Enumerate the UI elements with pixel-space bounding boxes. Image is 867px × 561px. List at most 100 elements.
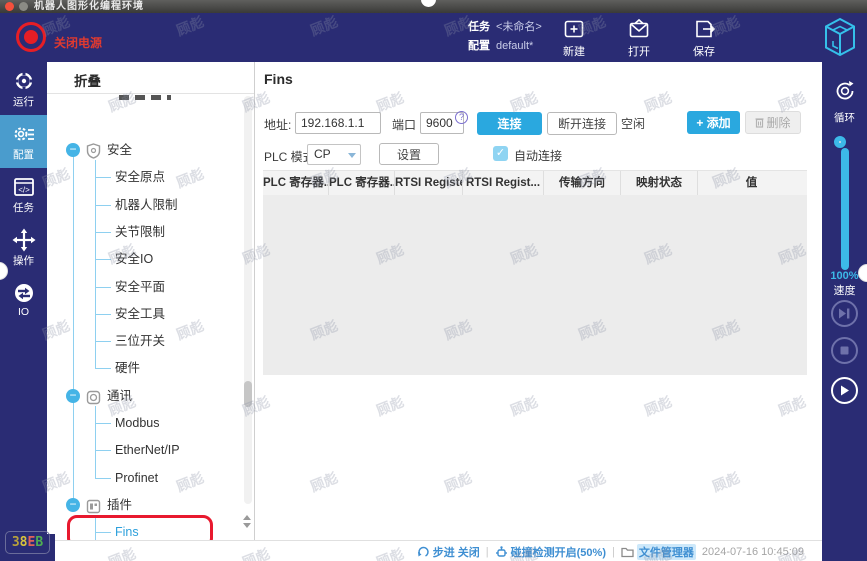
table-body-empty xyxy=(263,195,807,375)
auto-connect-checkbox[interactable]: ✓ xyxy=(493,146,508,161)
tree-item-label: 安全平面 xyxy=(115,274,165,300)
address-input[interactable] xyxy=(295,112,381,134)
move-arrows-icon xyxy=(12,228,36,252)
table-column-header: 映射状态 xyxy=(621,171,698,195)
connect-button[interactable]: 连接 xyxy=(477,112,542,135)
disconnect-button[interactable]: 断开连接 xyxy=(547,112,617,135)
stop-button[interactable] xyxy=(831,337,858,364)
brand-logo-icon xyxy=(821,16,859,63)
tree-item-partial[interactable] xyxy=(119,95,171,100)
collapse-toggle-icon[interactable]: − xyxy=(66,498,80,512)
window-close-button[interactable] xyxy=(5,2,14,11)
tree-scrollbar-thumb[interactable] xyxy=(244,381,252,407)
collapse-toggle-icon[interactable]: − xyxy=(66,389,80,403)
power-label[interactable]: 关闭电源 xyxy=(54,34,102,51)
timestamp: 2024-07-16 10:45:09 xyxy=(702,546,804,558)
right-control-sidebar: 循环 100% 速度 xyxy=(822,62,867,561)
collision-status[interactable]: 碰撞检测开启(50%) xyxy=(495,544,606,560)
tree-item-0[interactable]: − 安全 xyxy=(47,137,237,163)
tree-item-label: 安全IO xyxy=(115,246,153,272)
task-value: <未命名> xyxy=(496,21,542,33)
tree-item-7[interactable]: 三位开关 xyxy=(47,328,237,354)
connection-status: 空闲 xyxy=(621,115,645,132)
camera-notch xyxy=(421,0,436,7)
save-file-icon xyxy=(692,17,716,41)
open-button[interactable]: 打开 xyxy=(611,17,667,59)
new-label: 新建 xyxy=(546,43,602,59)
file-manager-button[interactable]: 文件管理器 xyxy=(621,544,696,560)
file-manager-icon xyxy=(621,546,634,558)
settings-button[interactable]: 设置 xyxy=(379,143,439,165)
play-button[interactable] xyxy=(831,377,858,404)
plc-mode-select[interactable]: CP xyxy=(307,144,361,165)
tree-item-6[interactable]: 安全工具 xyxy=(47,301,237,327)
tree-item-9[interactable]: −通讯 xyxy=(47,383,237,409)
table-column-header: PLC 寄存器... xyxy=(329,171,395,195)
svg-text:</>: </> xyxy=(18,186,30,195)
tree-header: 折叠 xyxy=(47,62,254,94)
port-label: 端口 xyxy=(392,116,416,133)
separator: | xyxy=(612,546,615,558)
tree-scrollbar[interactable] xyxy=(244,96,252,504)
table-column-header: RTSI Regist... xyxy=(463,171,544,195)
tree-item-label: Fins xyxy=(115,519,139,540)
config-icon xyxy=(12,122,36,146)
nav-label-config: 配置 xyxy=(0,147,47,162)
tree-item-1[interactable]: 安全原点 xyxy=(47,164,237,190)
table-column-header: 传输方向 xyxy=(544,171,621,195)
power-button[interactable] xyxy=(16,22,46,52)
collapse-toggle-icon[interactable]: − xyxy=(66,143,80,157)
speed-slider-knob[interactable] xyxy=(834,136,846,148)
speed-slider-track[interactable] xyxy=(841,148,849,270)
application-window: 机器人图形化编程环境 关闭电源 任务<未命名> 配置default* 新建 xyxy=(0,0,867,561)
nav-item-run[interactable]: 运行 xyxy=(0,62,47,115)
nav-item-config[interactable]: 配置 xyxy=(0,115,47,168)
tree-item-4[interactable]: 安全IO xyxy=(47,246,237,272)
run-icon xyxy=(12,69,36,93)
config-value: default* xyxy=(496,40,533,52)
loop-label: 循环 xyxy=(822,110,867,125)
new-button[interactable]: 新建 xyxy=(546,17,602,59)
auto-connect-label: 自动连接 xyxy=(514,147,562,164)
tree-item-13[interactable]: −插件 xyxy=(47,492,237,518)
info-icon[interactable]: ? xyxy=(455,111,468,124)
nav-label-task: 任务 xyxy=(0,200,47,215)
add-button[interactable]: + 添加 xyxy=(687,111,740,134)
delete-button[interactable]: 删除 xyxy=(745,111,801,134)
tree-item-5[interactable]: 安全平面 xyxy=(47,274,237,300)
tree-scroll-arrows[interactable] xyxy=(242,512,252,538)
tree-item-3[interactable]: 关节限制 xyxy=(47,219,237,245)
tree-item-8[interactable]: 硬件 xyxy=(47,355,237,381)
loop-button[interactable]: 循环 xyxy=(822,78,867,125)
tree-item-11[interactable]: EtherNet/IP xyxy=(47,437,237,463)
app-header: 关闭电源 任务<未命名> 配置default* 新建 打开 xyxy=(0,13,867,62)
tree-item-2[interactable]: 机器人限制 xyxy=(47,192,237,218)
tree-group-label: 安全 xyxy=(107,137,132,163)
scroll-down-icon[interactable] xyxy=(243,523,251,528)
collision-status-label: 碰撞检测开启(50%) xyxy=(511,544,606,560)
config-tree-panel: 折叠 − 安全安全原点机器人限制关节限制安全IO安全平面安全工具三位开关硬件−通讯… xyxy=(47,62,255,540)
tree-item-label: 安全原点 xyxy=(115,164,165,190)
tree-item-label: 机器人限制 xyxy=(115,192,178,218)
step-status[interactable]: 步进 关闭 xyxy=(417,544,480,560)
nav-item-task[interactable]: </> 任务 xyxy=(0,168,47,221)
nav-item-io[interactable]: IO xyxy=(0,274,47,324)
page-title: Fins xyxy=(264,71,293,87)
save-button[interactable]: 保存 xyxy=(676,17,732,59)
new-file-icon xyxy=(562,17,586,41)
tree-item-label: Modbus xyxy=(115,410,159,436)
step-mode-icon xyxy=(417,545,430,558)
scroll-up-icon[interactable] xyxy=(243,515,251,520)
step-forward-icon xyxy=(837,306,852,321)
chevron-down-icon xyxy=(348,153,356,158)
open-label: 打开 xyxy=(611,43,667,59)
tree-item-12[interactable]: Profinet xyxy=(47,465,237,491)
trash-icon xyxy=(755,117,764,128)
tree-item-10[interactable]: Modbus xyxy=(47,410,237,436)
tree-item-label: 关节限制 xyxy=(115,219,165,245)
step-button[interactable] xyxy=(831,300,858,327)
task-config-block: 任务<未命名> 配置default* xyxy=(468,18,542,56)
tree-item-fins[interactable]: Fins xyxy=(47,519,237,540)
collapse-button[interactable]: 折叠 xyxy=(74,70,101,90)
window-minimize-button[interactable] xyxy=(19,2,28,11)
